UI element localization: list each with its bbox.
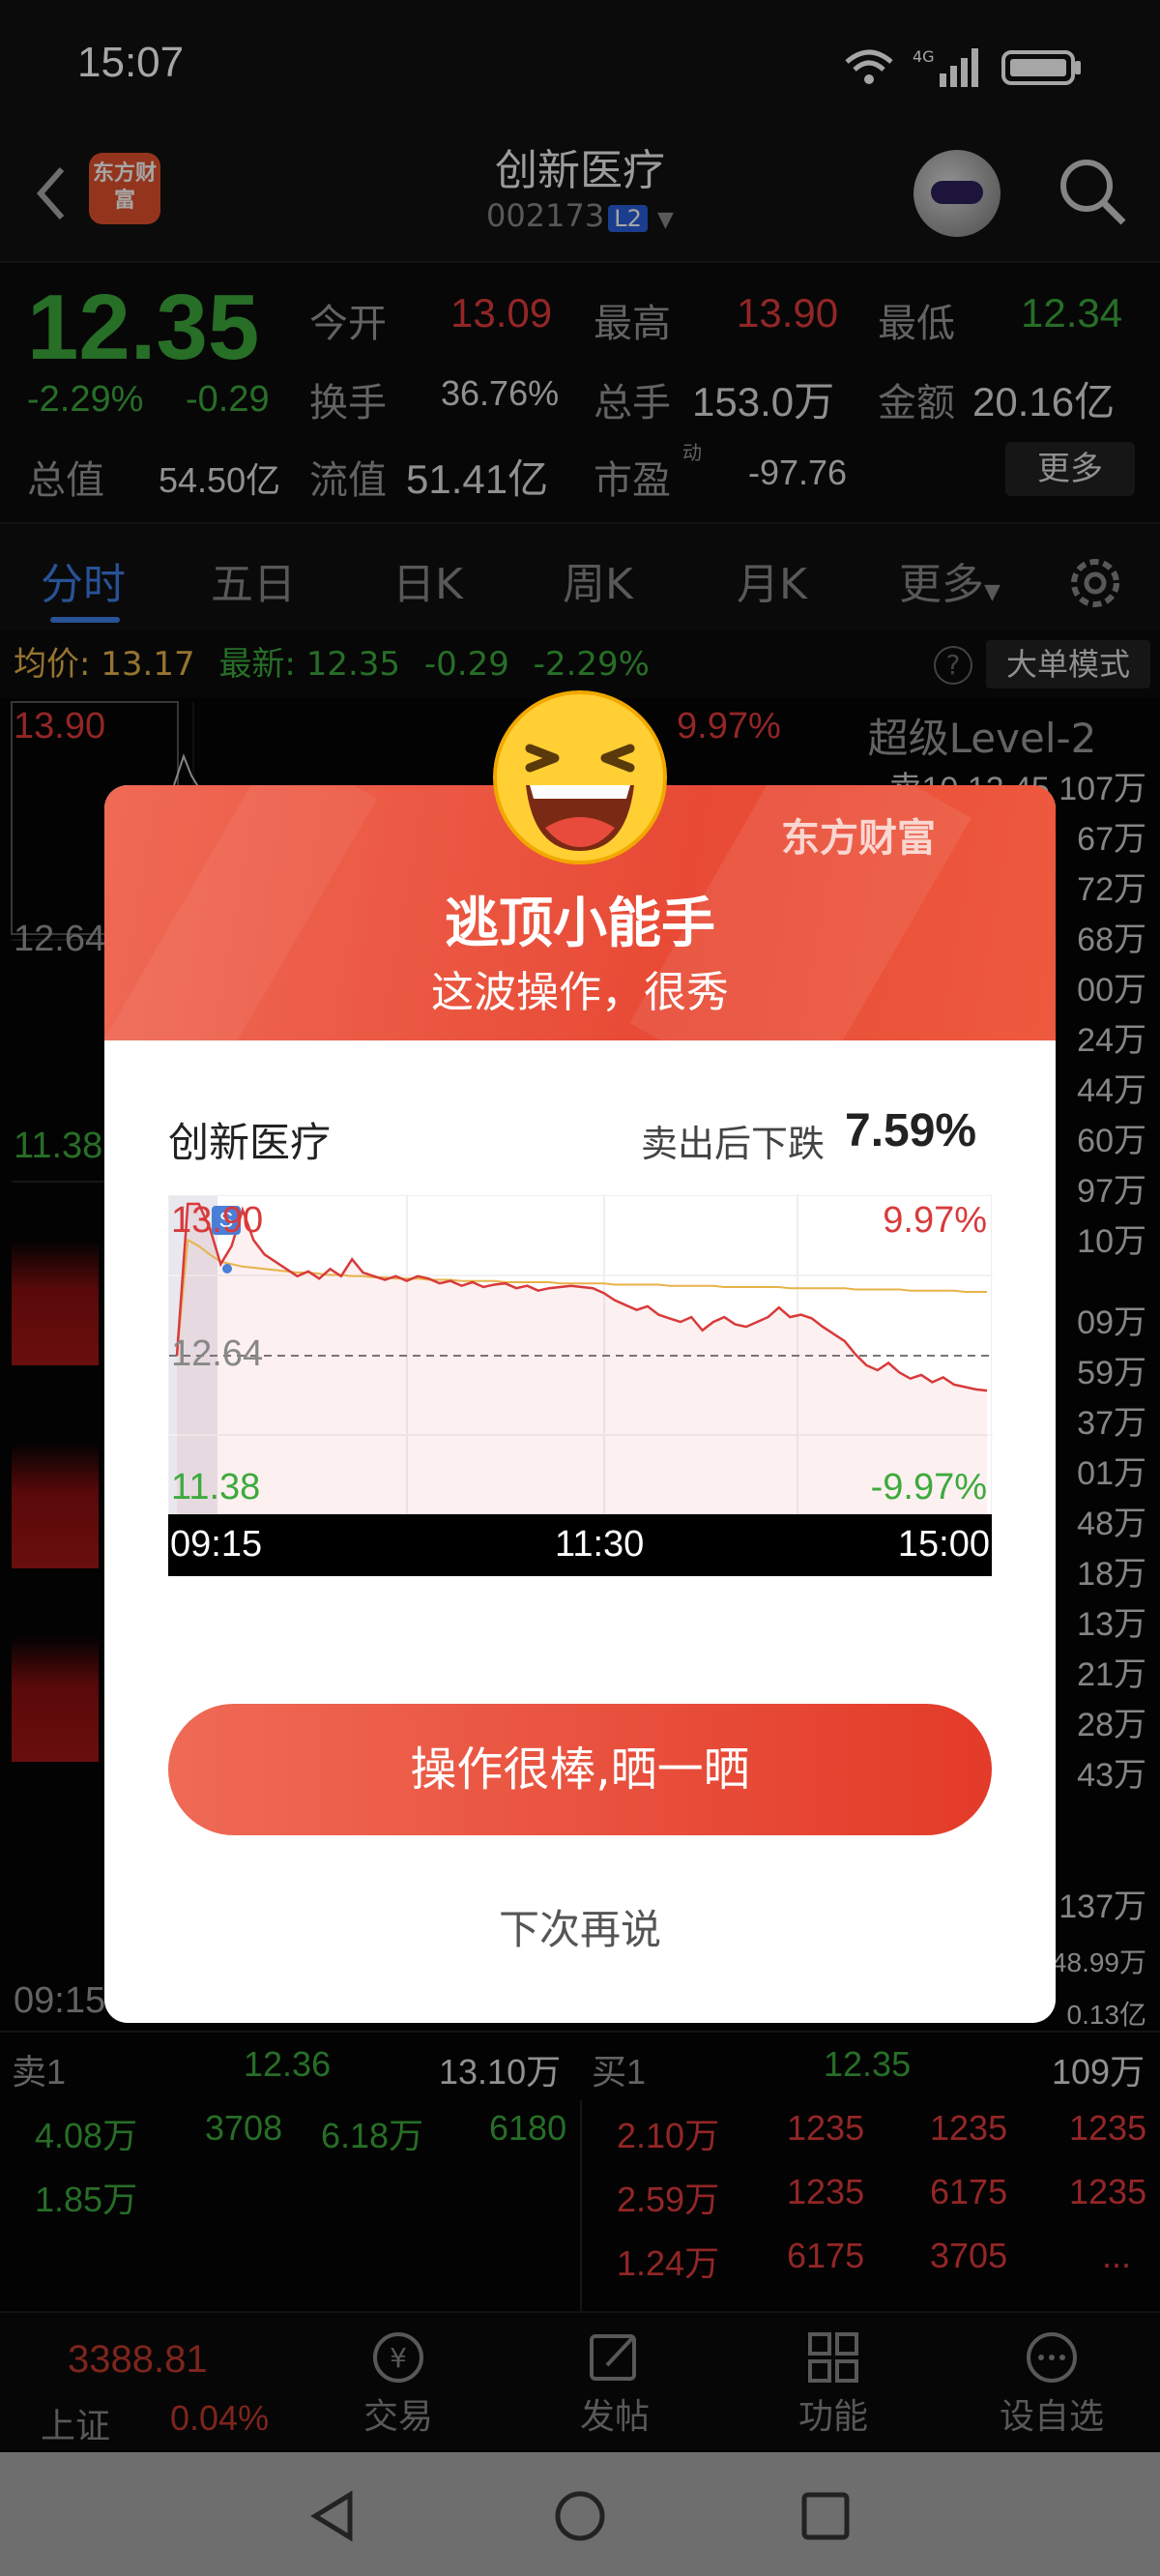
modal-stock-name: 创新医疗 (168, 1119, 332, 1166)
chart-mid-label: 12.64 (171, 1333, 264, 1374)
sell-marker-dot (222, 1264, 232, 1273)
system-back-icon[interactable] (305, 2489, 360, 2543)
chart-low-label: 11.38 (171, 1467, 261, 1508)
system-home-icon[interactable] (553, 2489, 607, 2543)
system-nav-bar (0, 2452, 1160, 2576)
time-tick: 11:30 (555, 1524, 645, 1565)
chart-high-label: 13.90 (171, 1200, 264, 1241)
brand-watermark: 东方财富 (781, 816, 936, 861)
escape-top-modal: 东方财富 逃顶小能手 这波操作，很秀 创新医疗 卖出后下跌 7.59% S 13… (104, 785, 1056, 2023)
modal-intraday-chart: S 13.90 12.64 11.38 9.97% -9.97% (168, 1195, 993, 1515)
modal-subtitle: 这波操作，很秀 (431, 968, 729, 1017)
chart-time-axis: 09:15 11:30 15:00 (168, 1514, 992, 1576)
price-area-fill (177, 1204, 987, 1515)
chart-high-pct: 9.97% (883, 1200, 987, 1241)
time-tick: 09:15 (170, 1524, 263, 1565)
share-button[interactable]: 操作很棒,晒一晒 (168, 1704, 992, 1835)
modal-title: 逃顶小能手 (445, 893, 715, 955)
laughing-emoji-icon (493, 690, 667, 864)
time-tick: 15:00 (897, 1524, 990, 1565)
system-recents-icon[interactable] (800, 2491, 851, 2541)
drop-after-sell-label: 卖出后下跌 (641, 1123, 826, 1165)
maybe-later-button[interactable]: 下次再说 (104, 1897, 1056, 1956)
drop-after-sell-value: 7.59% (845, 1105, 977, 1156)
chart-low-pct: -9.97% (870, 1467, 987, 1508)
